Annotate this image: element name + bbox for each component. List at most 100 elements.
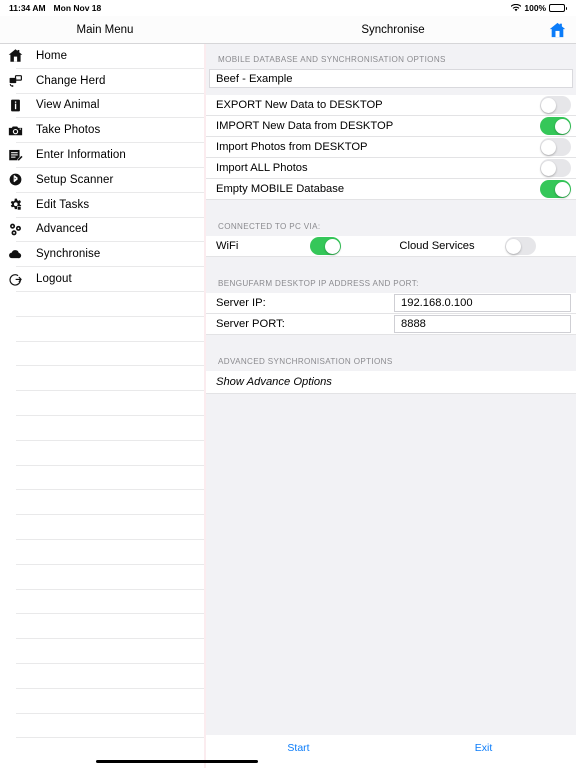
sidebar-item-label: Change Herd bbox=[36, 74, 106, 87]
home-indicator bbox=[96, 759, 258, 763]
toggle-export-new-data-to-desktop[interactable] bbox=[540, 96, 571, 114]
server-ip-input[interactable]: 192.168.0.100 bbox=[394, 294, 571, 313]
sidebar-empty-row bbox=[16, 515, 205, 540]
info-square-icon bbox=[7, 97, 24, 114]
sidebar-empty-row bbox=[16, 540, 205, 565]
sidebar-item-home[interactable]: Home bbox=[8, 44, 205, 69]
section-header-desktop-ip: BENGUFARM DESKTOP IP ADDRESS AND PORT: bbox=[218, 279, 419, 288]
section-header-connected-to-pc: CONNECTED TO PC VIA: bbox=[218, 222, 321, 231]
navigation-bar: Main Menu Synchronise bbox=[0, 16, 576, 44]
option-row: EXPORT New Data to DESKTOP bbox=[206, 95, 576, 116]
toggle-import-photos-from-desktop[interactable] bbox=[540, 138, 571, 156]
cloud-services-toggle[interactable] bbox=[505, 237, 536, 255]
form-edit-icon bbox=[7, 147, 24, 164]
option-label: Empty MOBILE Database bbox=[216, 183, 345, 195]
sidebar-item-label: Synchronise bbox=[36, 248, 101, 261]
sidebar-item-take-photos[interactable]: Take Photos bbox=[8, 118, 205, 144]
page-title-main-menu: Main Menu bbox=[76, 24, 134, 36]
sidebar-item-edit-tasks[interactable]: Edit Tasks bbox=[10, 193, 205, 218]
cloud-icon bbox=[7, 246, 24, 263]
server-port-label: Server PORT: bbox=[216, 318, 285, 330]
sidebar-empty-row bbox=[16, 664, 205, 689]
sidebar-empty-row bbox=[16, 441, 205, 466]
spacer bbox=[206, 335, 576, 346]
status-bar: 11:34 AM Mon Nov 18 100% bbox=[0, 0, 576, 16]
sidebar-item-label: View Animal bbox=[36, 99, 100, 112]
status-bar-left: 11:34 AM Mon Nov 18 bbox=[9, 3, 101, 13]
option-row: Import ALL Photos bbox=[206, 158, 576, 179]
status-time: 11:34 AM bbox=[9, 3, 46, 13]
toggle-import-all-photos[interactable] bbox=[540, 159, 571, 177]
wifi-label: WiFi bbox=[216, 240, 239, 252]
battery-full-icon bbox=[549, 4, 567, 12]
home-icon[interactable] bbox=[549, 22, 566, 38]
gear-icon bbox=[7, 196, 24, 213]
wifi-toggle[interactable] bbox=[310, 237, 342, 255]
sidebar-item-label: Enter Information bbox=[36, 149, 126, 162]
logout-arrow-icon bbox=[7, 271, 24, 288]
synchronise-settings-panel: MOBILE DATABASE AND SYNCHRONISATION OPTI… bbox=[206, 44, 576, 735]
connection-method-row: WiFi Cloud Services bbox=[206, 236, 576, 257]
sidebar-menu: Home Change Herd View Animal Take Photos Ent… bbox=[0, 44, 205, 768]
spacer bbox=[206, 257, 576, 268]
server-ip-label: Server IP: bbox=[216, 297, 266, 309]
option-row: Import Photos from DESKTOP bbox=[206, 137, 576, 158]
server-port-input[interactable]: 8888 bbox=[394, 315, 571, 334]
sidebar-empty-row bbox=[16, 614, 205, 640]
spacer bbox=[206, 200, 576, 211]
start-button[interactable]: Start bbox=[206, 742, 391, 754]
sidebar-item-advanced[interactable]: Advanced bbox=[10, 218, 205, 243]
sidebar-empty-row bbox=[16, 565, 205, 590]
gears-group-icon bbox=[7, 221, 24, 238]
sidebar-item-label: Edit Tasks bbox=[36, 198, 90, 211]
server-ip-row: Server IP: 192.168.0.100 bbox=[206, 293, 576, 314]
camera-icon bbox=[7, 122, 24, 139]
sidebar-empty-row bbox=[16, 639, 205, 664]
sidebar-item-view-animal[interactable]: View Animal bbox=[11, 94, 205, 119]
content-filler bbox=[206, 394, 576, 714]
sidebar-item-logout[interactable]: Logout bbox=[9, 267, 205, 292]
toggle-import-new-data-from-desktop[interactable] bbox=[540, 117, 571, 135]
herd-swap-icon bbox=[7, 72, 24, 89]
option-label: EXPORT New Data to DESKTOP bbox=[216, 99, 383, 111]
sidebar-empty-row bbox=[16, 416, 205, 441]
option-row: IMPORT New Data from DESKTOP bbox=[206, 116, 576, 137]
sidebar-empty-row bbox=[16, 490, 205, 516]
app-root: 11:34 AM Mon Nov 18 100% Main Menu Synch… bbox=[0, 0, 576, 768]
section-header-mobile-database: MOBILE DATABASE AND SYNCHRONISATION OPTI… bbox=[218, 55, 446, 64]
sidebar-empty-row bbox=[16, 292, 205, 317]
option-label: IMPORT New Data from DESKTOP bbox=[216, 120, 394, 132]
house-icon bbox=[7, 47, 24, 64]
status-date: Mon Nov 18 bbox=[53, 3, 102, 13]
option-label: Import ALL Photos bbox=[216, 162, 308, 174]
exit-button[interactable]: Exit bbox=[391, 742, 576, 754]
battery-percent: 100% bbox=[524, 3, 547, 13]
show-advance-options-row[interactable]: Show Advance Options bbox=[206, 371, 576, 394]
sidebar-empty-row bbox=[16, 590, 205, 615]
page-title-synchronise: Synchronise bbox=[361, 24, 425, 36]
database-name-input[interactable]: Beef - Example bbox=[209, 69, 573, 88]
sidebar-empty-row bbox=[16, 391, 205, 416]
status-bar-right: 100% bbox=[511, 3, 567, 13]
sidebar-empty-row bbox=[16, 689, 205, 714]
section-header-advanced-sync: ADVANCED SYNCHRONISATION OPTIONS bbox=[218, 357, 393, 366]
sidebar-item-enter-information[interactable]: Enter Information bbox=[9, 143, 205, 168]
sidebar-empty-row bbox=[16, 466, 205, 491]
bluetooth-icon bbox=[7, 171, 24, 188]
sidebar-item-label: Take Photos bbox=[36, 124, 101, 137]
toggle-empty-mobile-database[interactable] bbox=[540, 180, 571, 198]
sidebar-empty-row bbox=[16, 366, 205, 392]
sidebar-empty-row bbox=[16, 342, 205, 367]
sidebar-item-synchronise[interactable]: Synchronise bbox=[9, 242, 205, 268]
sidebar-item-label: Logout bbox=[36, 273, 72, 286]
sidebar-item-label: Home bbox=[36, 49, 68, 62]
wifi-icon bbox=[511, 4, 522, 12]
sidebar-item-setup-scanner[interactable]: Setup Scanner bbox=[9, 168, 205, 193]
bottom-toolbar: Start Exit bbox=[206, 735, 576, 760]
sidebar-item-change-herd[interactable]: Change Herd bbox=[9, 69, 205, 94]
spacer bbox=[206, 88, 576, 95]
sidebar-empty-row bbox=[16, 317, 205, 342]
sidebar-item-label: Advanced bbox=[36, 223, 88, 236]
option-row: Empty MOBILE Database bbox=[206, 179, 576, 200]
sidebar-item-label: Setup Scanner bbox=[36, 173, 114, 186]
